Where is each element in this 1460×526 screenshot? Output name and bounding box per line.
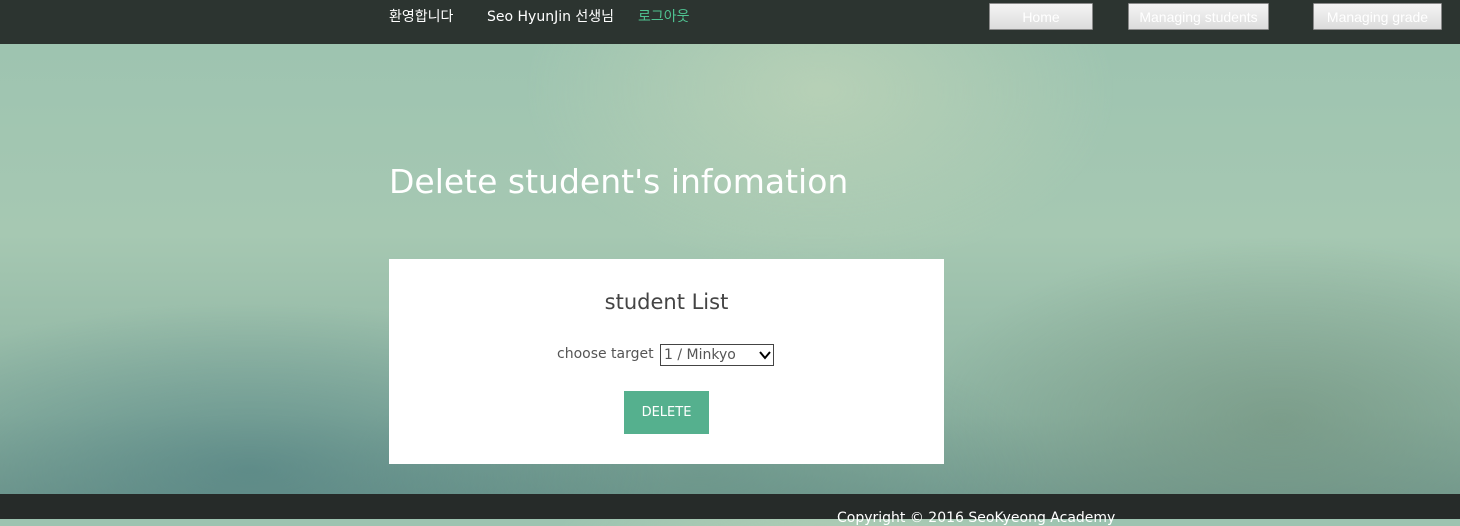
select-value: 1 / Minkyo [664, 347, 736, 363]
page-title: Delete student's infomation [389, 162, 849, 201]
footer: Copyright © 2016 SeoKyeong Academy [0, 494, 1460, 526]
home-button[interactable]: Home [989, 3, 1093, 30]
welcome-text: 환영합니다 [389, 9, 454, 25]
managing-grade-button[interactable]: Managing grade [1313, 3, 1442, 30]
user-name: Seo HyunJin 선생님 [487, 9, 615, 25]
student-select[interactable]: 1 / Minkyo [660, 344, 774, 366]
student-list-card: student List choose target 1 / Minkyo DE… [389, 259, 944, 464]
logout-link[interactable]: 로그아웃 [638, 6, 690, 26]
choose-target-label: choose target [557, 346, 654, 362]
top-navigation-bar: 환영합니다 Seo HyunJin 선생님 로그아웃 Home Managing… [0, 0, 1460, 44]
managing-students-button[interactable]: Managing students [1128, 3, 1269, 30]
chevron-down-icon [759, 351, 771, 360]
delete-button[interactable]: DELETE [624, 391, 709, 434]
card-title: student List [604, 290, 729, 314]
copyright-text: Copyright © 2016 SeoKyeong Academy [837, 510, 1116, 526]
